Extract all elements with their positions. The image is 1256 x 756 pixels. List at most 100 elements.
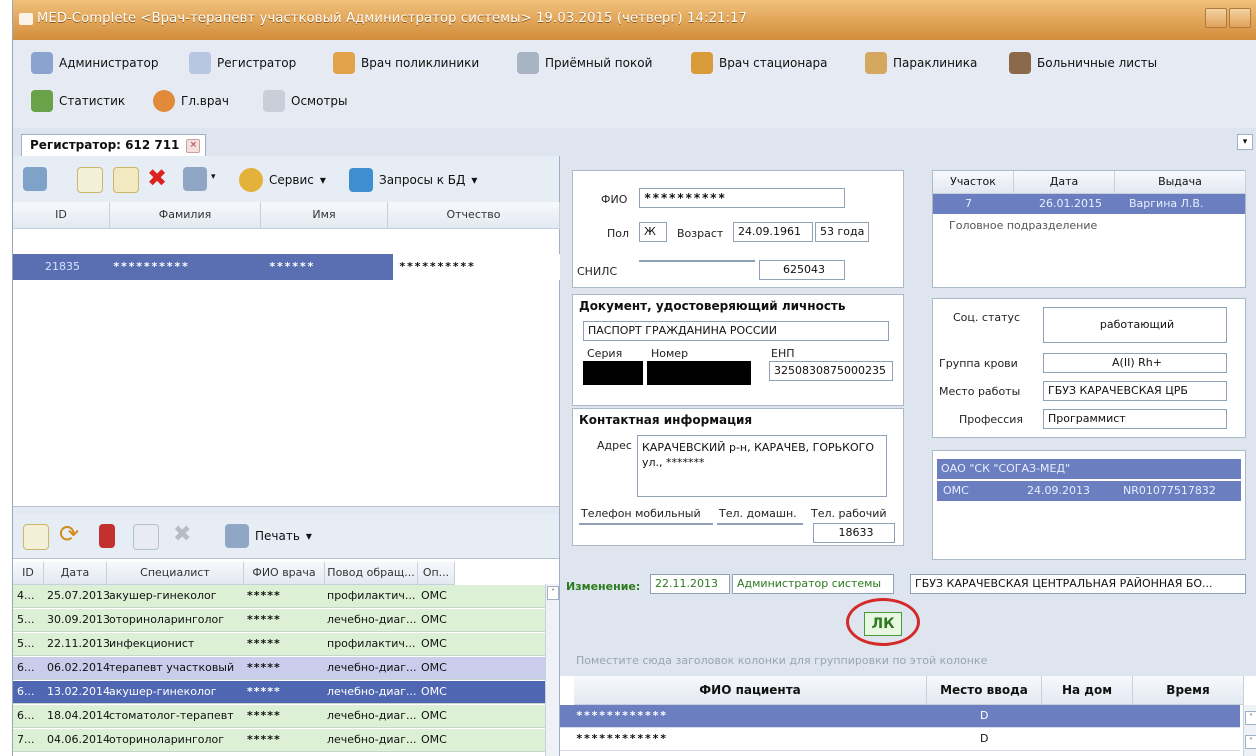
doctor-icon xyxy=(333,52,355,74)
visit-spec: стоматолог-терапевт xyxy=(109,709,234,722)
snils-field[interactable] xyxy=(639,260,755,262)
address-field[interactable]: КАРАЧЕВСКИЙ р-н, КАРАЧЕВ, ГОРЬКОГО ул., … xyxy=(637,435,887,497)
doc-type-field[interactable]: ПАСПОРТ ГРАЖДАНИНА РОССИИ xyxy=(583,321,889,341)
chevron-down-icon[interactable]: ˅ xyxy=(1245,735,1256,749)
enp-field[interactable]: 3250830875000235 xyxy=(769,361,893,381)
snils-code-field[interactable]: 625043 xyxy=(759,260,845,280)
patients-table: ID Фамилия Имя Отчество xyxy=(13,202,560,262)
visit-spec: оториноларинголог xyxy=(109,733,225,746)
column-header[interactable]: Участок xyxy=(933,171,1014,194)
visit-spec: оториноларинголог xyxy=(109,613,225,626)
table-row[interactable]: 7... 04.06.2014 оториноларинголог ***** лече… xyxy=(13,729,545,752)
visit-id: 4... xyxy=(17,589,35,602)
gear-icon xyxy=(31,52,53,74)
visit-id: 6... xyxy=(17,661,35,674)
workplace-field[interactable]: ГБУЗ КАРАЧЕВСКАЯ ЦРБ xyxy=(1043,381,1227,401)
delete-icon[interactable]: ✖ xyxy=(173,522,191,547)
edit-icon[interactable] xyxy=(113,167,139,193)
column-header[interactable]: ID xyxy=(13,562,44,585)
menu-item-chief-doctor[interactable]: Гл.врач xyxy=(153,90,229,112)
column-header[interactable]: На дом xyxy=(1042,676,1133,705)
document-icon xyxy=(1009,52,1031,74)
blood-group-field[interactable]: A(II) Rh+ xyxy=(1043,353,1227,373)
sex-field[interactable]: Ж xyxy=(639,222,667,242)
calendar-icon[interactable] xyxy=(23,167,47,191)
birthdate-field[interactable]: 24.09.1961 xyxy=(733,222,813,242)
new-document-icon[interactable] xyxy=(23,524,49,550)
print-button[interactable]: Печать ▾ xyxy=(225,524,312,548)
menu-item-polyclinic-doctor[interactable]: Врач поликлиники xyxy=(333,52,479,74)
service-menu-button[interactable]: Сервис ▾ xyxy=(239,168,326,192)
table-row[interactable]: ************ D xyxy=(560,728,1240,751)
refresh-icon[interactable]: ⟳ xyxy=(59,520,79,548)
changed-date-field: 22.11.2013 xyxy=(650,574,730,594)
table-row[interactable]: 21835 ********** ****** ********** xyxy=(13,254,560,280)
visit-id: 6... xyxy=(17,709,35,722)
series-field[interactable] xyxy=(583,361,643,385)
column-header[interactable]: Отчество xyxy=(388,202,560,229)
number-field[interactable] xyxy=(647,361,751,385)
column-header[interactable]: Дата xyxy=(1014,171,1115,194)
chevron-up-icon[interactable]: ˄ xyxy=(1245,711,1256,725)
table-row[interactable]: 7 26.01.2015 Варгина Л.В. xyxy=(933,194,1245,214)
social-status-field[interactable]: работающий xyxy=(1043,307,1227,343)
bookmark-icon[interactable] xyxy=(99,524,115,548)
tab-registrator[interactable]: Регистратор: 612 711 × xyxy=(21,134,207,157)
mobile-phone-field[interactable] xyxy=(579,523,713,525)
column-header[interactable]: ID xyxy=(13,202,110,229)
table-row[interactable]: 4... 25.07.2013 акушер-гинеколог ***** профи… xyxy=(13,585,545,608)
app-window: MED-Complete <Врач-терапевт участковый А… xyxy=(12,0,1256,756)
new-document-icon[interactable] xyxy=(77,167,103,193)
table-row[interactable]: 6... 13.02.2014 акушер-гинеколог ***** лечеб… xyxy=(13,681,545,704)
column-header[interactable]: Повод обращ... xyxy=(325,562,418,585)
visit-reason: лечебно-диаг... xyxy=(327,733,417,746)
menu-item-sick-leave[interactable]: Больничные листы xyxy=(1009,52,1157,74)
visits-toolbar: ⟳ ✖ Печать ▾ xyxy=(13,514,559,559)
insurance-policy-row[interactable]: ОМС 24.09.2013 NR01077517832 xyxy=(937,481,1241,501)
menu-item-hospital-doctor[interactable]: Врач стационара xyxy=(691,52,828,74)
table-row[interactable]: 6... 06.02.2014 терапевт участковый ***** ле… xyxy=(13,657,545,680)
close-icon[interactable]: × xyxy=(186,139,201,153)
work-phone-field[interactable]: 18633 xyxy=(813,523,895,543)
insurance-company[interactable]: ОАО "СК "СОГАЗ-МЕД" xyxy=(937,459,1241,479)
column-header[interactable]: Время xyxy=(1133,676,1244,705)
menu-item-registrator[interactable]: Регистратор xyxy=(189,52,296,74)
maximize-button[interactable] xyxy=(1229,8,1251,28)
column-header[interactable]: Имя xyxy=(261,202,388,229)
column-header[interactable]: Дата xyxy=(44,562,107,585)
table-row[interactable]: ************ D xyxy=(560,705,1240,728)
scrollbar[interactable]: ˄ xyxy=(545,584,559,756)
fio-field[interactable]: ********** xyxy=(639,188,845,208)
column-header[interactable]: ФИО пациента xyxy=(574,676,927,705)
highlight-circle xyxy=(846,598,920,646)
chevron-down-icon[interactable]: ▾ xyxy=(211,172,216,182)
column-header[interactable]: Место ввода xyxy=(927,676,1042,705)
printer-icon[interactable] xyxy=(183,167,207,191)
column-header[interactable]: Выдача xyxy=(1115,171,1246,194)
home-phone-field[interactable] xyxy=(717,523,803,525)
delete-icon[interactable]: ✖ xyxy=(147,164,167,192)
play-icon xyxy=(349,168,373,192)
profession-field[interactable]: Программист xyxy=(1043,409,1227,429)
table-row[interactable]: 6... 18.04.2014 стоматолог-терапевт ***** ле… xyxy=(13,705,545,728)
copy-icon[interactable] xyxy=(133,524,159,550)
column-header[interactable]: ФИО врача xyxy=(244,562,325,585)
minimize-button[interactable] xyxy=(1205,8,1227,28)
menu-item-reception[interactable]: Приёмный покой xyxy=(517,52,652,74)
age-field[interactable]: 53 года xyxy=(815,222,869,242)
chevron-down-icon[interactable]: ▾ xyxy=(1237,134,1253,150)
scrollbar[interactable]: ˄ ˅ xyxy=(1243,705,1256,756)
db-requests-button[interactable]: Запросы к БД ▾ xyxy=(349,168,477,192)
menu-item-statistics[interactable]: Статистик xyxy=(31,90,125,112)
document-box: Документ, удостоверяющий личность ПАСПОР… xyxy=(572,294,904,406)
column-header[interactable]: Специалист xyxy=(107,562,244,585)
menu-item-administrator[interactable]: Администратор xyxy=(31,52,159,74)
table-row[interactable]: 5... 22.11.2013 инфекционист ***** профилакт… xyxy=(13,633,545,656)
column-header[interactable]: Оп... xyxy=(418,562,455,585)
column-header[interactable]: Фамилия xyxy=(110,202,261,229)
table-row[interactable]: 5... 30.09.2013 оториноларинголог ***** лече… xyxy=(13,609,545,632)
visit-date: 06.02.2014 xyxy=(47,661,110,674)
chevron-up-icon[interactable]: ˄ xyxy=(547,586,559,600)
menu-item-examinations[interactable]: Осмотры xyxy=(263,90,348,112)
menu-item-paraclinic[interactable]: Параклиника xyxy=(865,52,977,74)
